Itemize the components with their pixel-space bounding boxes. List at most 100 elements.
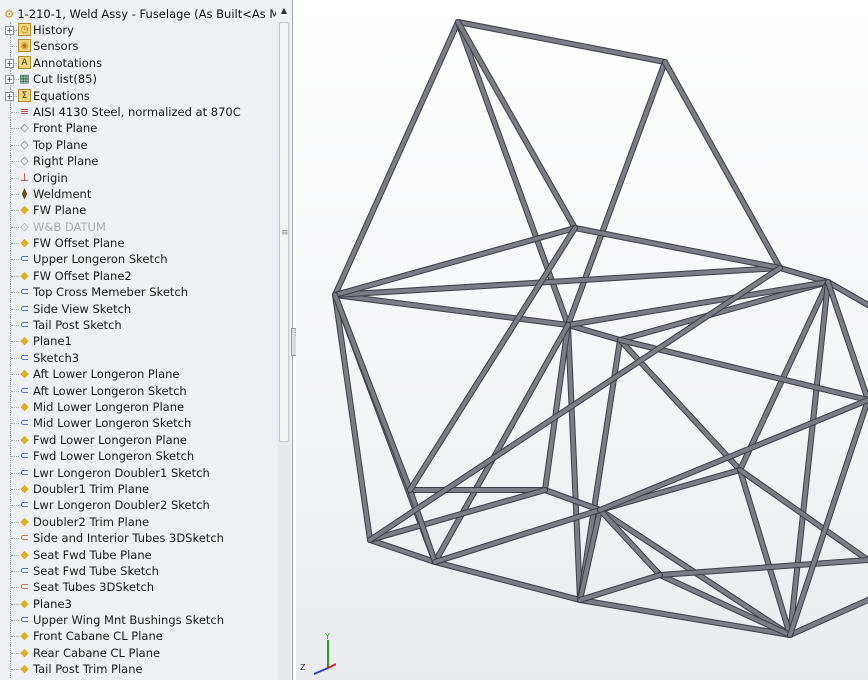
feature-list: + ◷ History ◉ Sensors + A Annotations + ▦ Cut list… xyxy=(0,22,276,678)
feature-item[interactable]: ◆ Doubler1 Trim Plane xyxy=(0,480,276,498)
feature-item[interactable]: ⊂ Seat Tubes 3DSketch xyxy=(0,579,276,596)
z-label: Z xyxy=(300,663,306,672)
feature-item[interactable]: ≡ AISI 4130 Steel, normalized at 870C xyxy=(0,103,276,121)
part-name: 1-210-1, Weld Assy - Fuselage (As Built<… xyxy=(17,7,276,21)
expand-icon[interactable]: + xyxy=(5,75,14,85)
sketch-icon: ⊂ xyxy=(19,301,30,315)
feature-item[interactable]: ◇ Front Plane xyxy=(0,120,276,137)
feature-label: Right Plane xyxy=(33,154,99,169)
feature-item[interactable]: ⊂ Lwr Longeron Doubler1 Sketch xyxy=(0,464,276,481)
feature-item[interactable]: ◇ Top Plane xyxy=(0,136,276,154)
feature-item[interactable]: ◆ FW Offset Plane xyxy=(0,235,276,252)
scroll-up-button[interactable]: ▲ xyxy=(278,6,290,20)
feature-label: Mid Lower Longeron Sketch xyxy=(33,416,192,431)
y-label: Y xyxy=(324,632,330,641)
tube-member xyxy=(738,280,830,472)
feature-item[interactable]: ⊂ Upper Wing Mnt Bushings Sketch xyxy=(0,612,276,629)
feature-label: AISI 4130 Steel, normalized at 870C xyxy=(33,104,241,119)
ref-plane-icon: ◆ xyxy=(20,645,29,659)
feature-item[interactable]: ⊂ Sketch3 xyxy=(0,349,276,367)
feature-item[interactable]: + ▦ Cut list(85) xyxy=(0,71,276,88)
feature-item[interactable]: ◆ Plane1 xyxy=(0,333,276,350)
feature-label: History xyxy=(33,23,74,37)
ref-plane-icon: ◆ xyxy=(20,662,29,676)
feature-item[interactable]: ⊂ Upper Longeron Sketch xyxy=(0,251,276,268)
expand-icon[interactable]: + xyxy=(5,58,14,68)
feature-item[interactable]: + ◷ History xyxy=(0,22,276,39)
feature-item[interactable]: ◆ Doubler2 Trim Plane xyxy=(0,513,276,531)
sketch-icon: ⊂ xyxy=(19,318,30,332)
tube-member xyxy=(456,20,577,230)
feature-item[interactable]: + Σ Equations xyxy=(0,87,276,104)
ref-plane-icon: ◆ xyxy=(20,514,29,528)
feature-item[interactable]: ◆ FW Plane xyxy=(0,202,276,219)
feature-label: Seat Fwd Tube Sketch xyxy=(33,563,159,578)
feature-label: W&B DATUM xyxy=(33,219,106,234)
feature-label: Lwr Longeron Doubler1 Sketch xyxy=(33,465,210,480)
feature-label: Plane1 xyxy=(33,334,72,349)
feature-label: FW Plane xyxy=(33,203,87,218)
feature-label: Annotations xyxy=(33,55,103,70)
ref-plane-icon: ◆ xyxy=(20,547,29,561)
feature-item[interactable]: ◆ FW Offset Plane2 xyxy=(0,267,276,285)
ref-plane-icon: ◆ xyxy=(20,432,29,446)
ref-plane-icon: ◆ xyxy=(20,268,29,282)
feature-item[interactable]: ◆ Tail Post Trim Plane xyxy=(0,661,276,678)
feature-item[interactable]: ⊂ Aft Lower Longeron Sketch xyxy=(0,382,276,399)
feature-item[interactable]: ◆ Mid Lower Longeron Plane xyxy=(0,398,276,416)
feature-item[interactable]: ◆ Plane3 xyxy=(0,595,276,613)
sketch-icon: ⊂ xyxy=(19,252,30,266)
feature-item[interactable]: ◇ W&B DATUM xyxy=(0,218,276,236)
feature-label: Side and Interior Tubes 3DSketch xyxy=(33,531,224,546)
feature-item[interactable]: ◇ Right Plane xyxy=(0,153,276,170)
feature-label: Fwd Lower Longeron Sketch xyxy=(33,449,195,464)
plane-icon: ◇ xyxy=(20,154,29,168)
tube-member xyxy=(663,60,782,270)
expand-icon[interactable]: + xyxy=(5,91,14,101)
feature-item[interactable]: ⊂ Tail Post Sketch xyxy=(0,317,276,334)
feature-label: Side View Sketch xyxy=(33,301,132,316)
plane-hidden-icon: ◇ xyxy=(20,219,29,233)
sketch-icon: ⊂ xyxy=(19,613,30,627)
x-axis xyxy=(327,663,336,669)
fuselage-model xyxy=(332,19,868,638)
expand-icon[interactable]: + xyxy=(5,26,14,35)
sketch-icon: ⊂ xyxy=(19,465,30,479)
feature-label: Sensors xyxy=(33,39,79,54)
sketch-icon: ⊂ xyxy=(19,350,30,364)
tube-member xyxy=(778,266,830,284)
feature-label: FW Offset Plane xyxy=(33,236,125,251)
feature-item[interactable]: ⊂ Seat Fwd Tube Sketch xyxy=(0,562,276,580)
feature-item[interactable]: ◆ Fwd Lower Longeron Plane xyxy=(0,431,276,449)
feature-label: Upper Longeron Sketch xyxy=(33,252,168,267)
feature-item[interactable]: ◉ Sensors xyxy=(0,38,276,55)
part-root[interactable]: ⚙ 1-210-1, Weld Assy - Fuselage (As Buil… xyxy=(4,6,276,22)
feature-item[interactable]: ⊂ Mid Lower Longeron Sketch xyxy=(0,415,276,432)
feature-label: Doubler2 Trim Plane xyxy=(33,514,150,529)
feature-item[interactable]: ⊥ Origin xyxy=(0,169,276,186)
feature-label: Equations xyxy=(33,88,90,103)
scrollbar-thumb[interactable]: ≡ xyxy=(279,22,289,442)
feature-item[interactable]: ⊂ Side and Interior Tubes 3DSketch xyxy=(0,530,276,547)
feature-item[interactable]: ◆ Aft Lower Longeron Plane xyxy=(0,366,276,383)
feature-label: Front Cabane CL Plane xyxy=(33,629,163,644)
feature-label: Weldment xyxy=(33,186,92,201)
feature-item[interactable]: ⊂ Top Cross Memeber Sketch xyxy=(0,284,276,301)
ref-plane-icon: ◆ xyxy=(20,399,29,413)
feature-label: Doubler1 Trim Plane xyxy=(33,481,150,496)
feature-item[interactable]: ⊂ Fwd Lower Longeron Sketch xyxy=(0,448,276,465)
feature-item[interactable]: ⊂ Side View Sketch xyxy=(0,300,276,318)
feature-item[interactable]: ◆ Seat Fwd Tube Plane xyxy=(0,546,276,563)
feature-item[interactable]: ⧫ Weldment xyxy=(0,185,276,203)
feature-label: Seat Fwd Tube Plane xyxy=(33,547,152,562)
feature-label: Top Cross Memeber Sketch xyxy=(33,285,189,300)
feature-item[interactable]: + A Annotations xyxy=(0,54,276,72)
graphics-viewport[interactable]: Y Z xyxy=(296,0,868,680)
feature-item[interactable]: ⊂ Lwr Longeron Doubler2 Sketch xyxy=(0,497,276,514)
tube-member xyxy=(573,226,782,270)
tree-scrollbar[interactable]: ≡ xyxy=(278,22,290,680)
feature-item[interactable]: ◆ Front Cabane CL Plane xyxy=(0,628,276,645)
tube-member xyxy=(333,20,460,297)
feature-label: FW Offset Plane2 xyxy=(33,268,132,283)
feature-item[interactable]: ◆ Rear Cabane CL Plane xyxy=(0,644,276,662)
